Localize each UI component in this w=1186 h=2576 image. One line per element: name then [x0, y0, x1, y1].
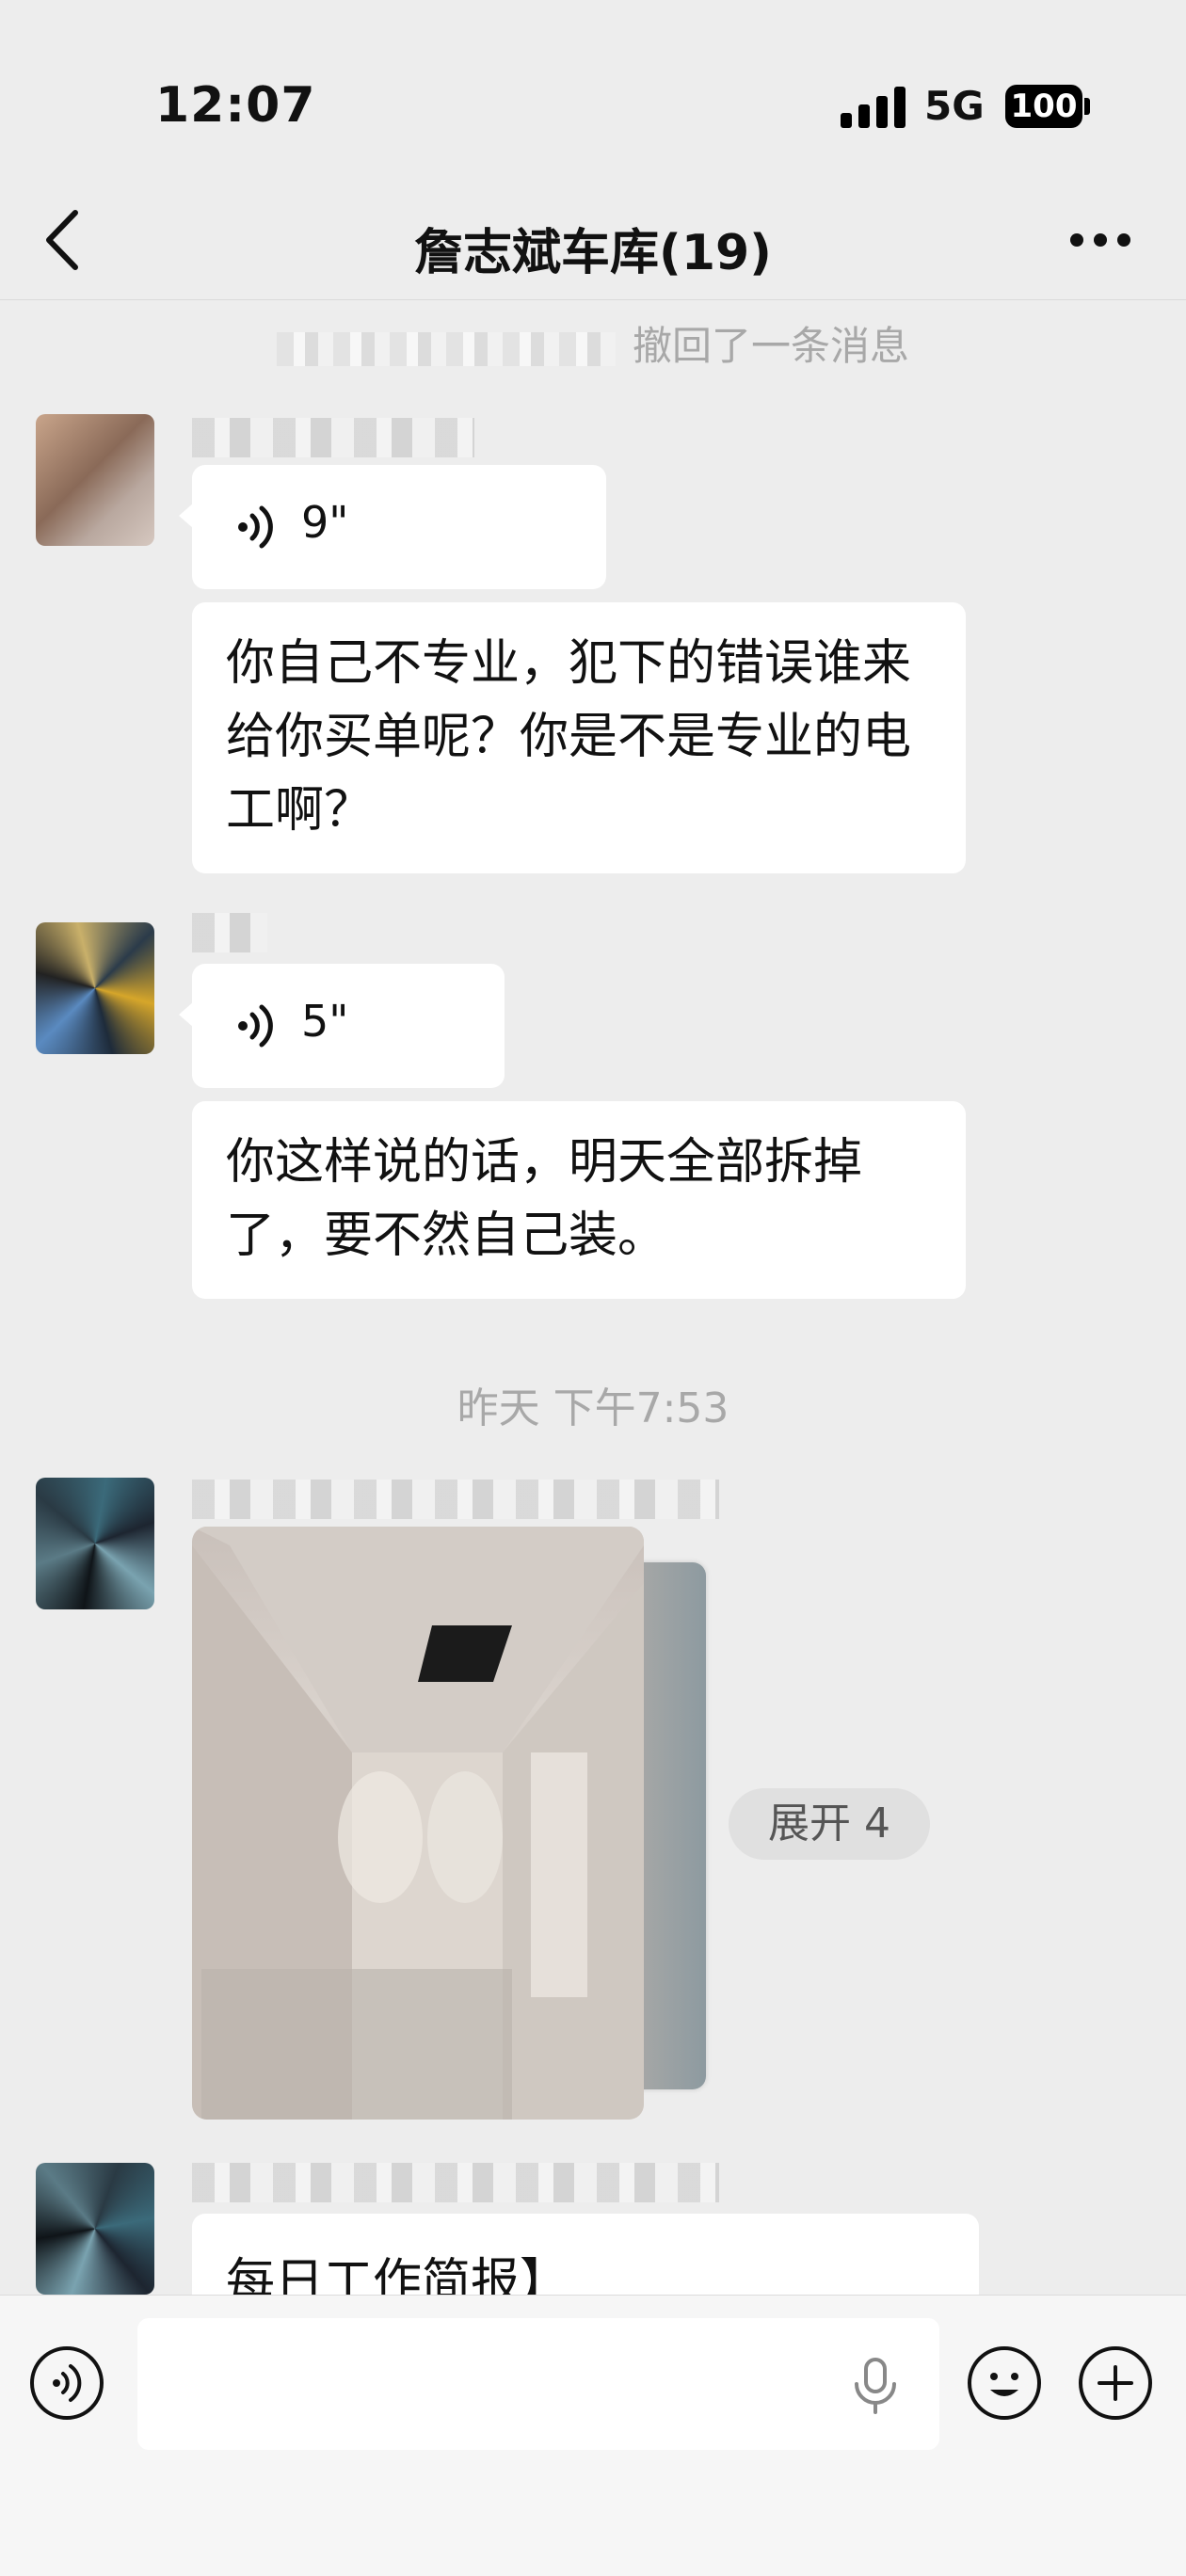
- plus-icon: [1098, 2365, 1133, 2401]
- voice-duration: 5": [301, 996, 349, 1047]
- bubble-tail: [179, 503, 194, 529]
- recall-notice: 撤回了一条消息: [0, 314, 1186, 372]
- timestamp: 昨天 下午7:53: [457, 1384, 729, 1432]
- cell-signal-icon: [841, 87, 906, 128]
- battery-level: 100: [1010, 88, 1078, 125]
- room-photo: [192, 1527, 644, 2120]
- chat-header: 詹志斌车库(19): [0, 188, 1186, 300]
- avatar[interactable]: [36, 1478, 154, 1609]
- sender-name-blurred: [192, 418, 474, 457]
- chevron-left-icon[interactable]: [41, 209, 83, 271]
- sender-name-blurred: [192, 913, 267, 952]
- photo-message[interactable]: [192, 1527, 644, 2120]
- avatar[interactable]: [36, 922, 154, 1054]
- voice-wave-icon: [53, 2364, 82, 2402]
- blurred-name: [276, 331, 616, 366]
- message-text: 你这样说的话，明天全部拆掉了，要不然自己装。: [226, 1134, 863, 1264]
- more-dots-icon[interactable]: [1069, 226, 1131, 254]
- battery-tip: [1084, 98, 1090, 115]
- expand-button[interactable]: 展开 4: [729, 1788, 930, 1860]
- emoji-icon: [990, 2373, 1018, 2396]
- voice-wave-icon: [238, 505, 273, 549]
- sender-name-blurred: [192, 1480, 719, 1519]
- bubble-tail: [179, 1001, 194, 1028]
- battery-icon: 100: [1005, 85, 1082, 128]
- voice-message[interactable]: 5": [179, 964, 505, 1088]
- avatar[interactable]: [36, 2163, 154, 2295]
- input-bar: [0, 2295, 1186, 2576]
- message-input[interactable]: [137, 2318, 939, 2450]
- voice-input-button[interactable]: [30, 2346, 104, 2420]
- voice-duration: 9": [301, 497, 349, 548]
- avatar[interactable]: [36, 414, 154, 546]
- text-message[interactable]: 你这样说的话，明天全部拆掉了，要不然自己装。: [192, 1101, 966, 1299]
- network-type: 5G: [924, 83, 985, 129]
- chat-title: 詹志斌车库(19): [414, 225, 772, 281]
- plus-button[interactable]: [1079, 2346, 1152, 2420]
- voice-message[interactable]: 9": [179, 465, 606, 589]
- microphone-icon[interactable]: [849, 2358, 902, 2414]
- status-bar: 12:07 5G 100: [0, 0, 1186, 188]
- message-text: 你自己不专业，犯下的错误谁来给你买单呢？你是不是专业的电工啊？: [226, 635, 912, 839]
- sender-name-blurred: [192, 2163, 719, 2202]
- status-time: 12:07: [155, 77, 316, 134]
- emoji-button[interactable]: [968, 2346, 1041, 2420]
- recall-notice-text: 撤回了一条消息: [632, 323, 909, 369]
- voice-wave-icon: [238, 1004, 273, 1048]
- text-message[interactable]: 你自己不专业，犯下的错误谁来给你买单呢？你是不是专业的电工啊？: [192, 602, 966, 873]
